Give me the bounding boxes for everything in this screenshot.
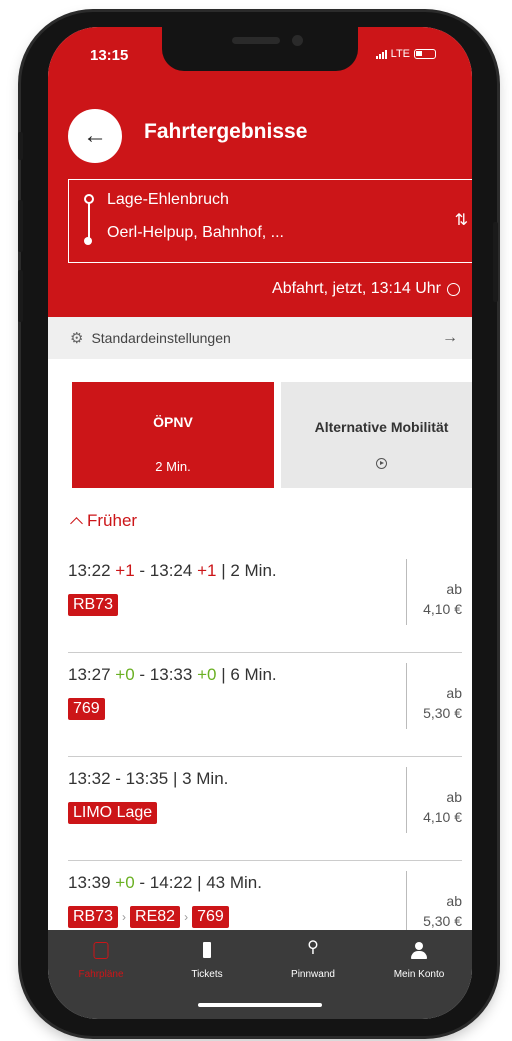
phone-side-button-power xyxy=(493,222,498,302)
departure-time-value: 13:27 xyxy=(68,665,111,684)
price: 5,30 € xyxy=(423,705,462,721)
pin-icon: ⚲ xyxy=(307,939,319,956)
chevron-up-icon xyxy=(70,517,83,530)
page-title: Fahrtergebnisse xyxy=(144,120,308,143)
departure-delay: +0 xyxy=(115,665,135,684)
departure-delay: +0 xyxy=(115,873,135,892)
price-prefix: ab xyxy=(446,581,462,597)
home-icon xyxy=(93,942,109,959)
departure-time-value: 13:22 xyxy=(68,561,111,580)
chevron-right-icon: › xyxy=(122,910,127,924)
divider xyxy=(406,559,407,625)
line-badge: RB73 xyxy=(68,594,119,616)
status-time: 13:15 xyxy=(90,47,129,64)
nav-label: Mein Konto xyxy=(393,969,445,980)
trip-duration: | 43 Min. xyxy=(197,873,262,892)
arrow-right-icon: → xyxy=(442,329,458,346)
arrival-delay: +0 xyxy=(197,665,217,684)
departure-time[interactable]: Abfahrt, jetzt, 13:14 Uhr xyxy=(272,280,460,298)
phone-side-button-volume-up xyxy=(18,200,23,252)
phone-side-button-volume-down xyxy=(18,270,23,322)
tab-alternative-mobility-label: Alternative Mobilität xyxy=(314,419,449,435)
phone-screen: 13:15 LTE ← Fahrtergebnisse Lage-Ehlenbr… xyxy=(48,27,472,1019)
connection-row[interactable]: 13:22 +1 - 13:24 +1 | 2 Min. RB73 ab 4,1… xyxy=(48,549,472,653)
notch xyxy=(162,27,358,71)
play-icon xyxy=(376,458,387,469)
price: 5,30 € xyxy=(423,913,462,929)
line-badges: 769 xyxy=(68,698,105,720)
connection-row[interactable]: 13:27 +0 - 13:33 +0 | 6 Min. 769 ab 5,30… xyxy=(48,653,472,757)
line-badges: LIMO Lage xyxy=(68,802,158,824)
price: 4,10 € xyxy=(423,809,462,825)
home-indicator[interactable] xyxy=(198,1003,322,1007)
line-badge: 769 xyxy=(192,906,229,928)
gear-icon: ⚙ xyxy=(70,330,84,347)
trip-duration: | 3 Min. xyxy=(172,769,229,788)
arrow-left-icon: ← xyxy=(83,122,107,149)
line-badge: RE82 xyxy=(130,906,181,928)
nav-mein-konto[interactable]: Mein Konto xyxy=(366,930,472,1019)
departure-delay: +1 xyxy=(115,561,135,580)
trip-duration: | 2 Min. xyxy=(221,561,277,580)
tab-oepnv[interactable]: ÖPNV 2 Min. xyxy=(72,382,274,488)
route-origin[interactable]: Lage-Ehlenbruch xyxy=(107,191,229,209)
departure-time-value: 13:39 xyxy=(68,873,111,892)
status-indicators: LTE xyxy=(375,48,436,60)
divider xyxy=(406,663,407,729)
line-badge: RB73 xyxy=(68,906,119,928)
arrival-time-value: 14:22 xyxy=(149,873,193,892)
route-box[interactable]: Lage-Ehlenbruch Oerl-Helpup, Bahnhof, ..… xyxy=(68,179,472,263)
clock-icon xyxy=(447,282,460,296)
settings-label: Standardeinstellungen xyxy=(91,330,231,346)
divider xyxy=(406,767,407,833)
price-prefix: ab xyxy=(446,893,462,909)
tab-alternative-mobility[interactable]: Alternative Mobilität xyxy=(281,382,472,488)
connection-times: 13:22 +1 - 13:24 +1 | 2 Min. xyxy=(68,561,277,580)
arrival-delay: +1 xyxy=(197,561,217,580)
user-icon xyxy=(410,942,428,960)
line-badge: 769 xyxy=(68,698,105,720)
network-label: LTE xyxy=(390,48,410,60)
back-button[interactable]: ← xyxy=(68,109,122,163)
departure-label: Abfahrt, jetzt, 13:14 Uhr xyxy=(272,280,441,297)
line-badge: LIMO Lage xyxy=(68,802,158,824)
connection-row[interactable]: 13:32 - 13:35 | 3 Min. LIMO Lage ab 4,10… xyxy=(48,757,472,861)
swap-icon[interactable]: ⇅ xyxy=(455,210,468,230)
trip-duration: | 6 Min. xyxy=(221,665,277,684)
earlier-label: Früher xyxy=(87,511,138,530)
line-badges: RB73 › RE82 › 769 xyxy=(68,906,229,928)
price-prefix: ab xyxy=(446,685,462,701)
nav-label: Pinnwand xyxy=(291,969,335,980)
connection-times: 13:32 - 13:35 | 3 Min. xyxy=(68,769,229,788)
route-destination[interactable]: Oerl-Helpup, Bahnhof, ... xyxy=(107,224,284,242)
ticket-icon xyxy=(203,942,211,958)
line-badges: RB73 xyxy=(68,594,119,616)
departure-time-value: 13:32 xyxy=(68,769,111,788)
battery-icon xyxy=(414,49,436,59)
arrival-time-value: 13:24 xyxy=(149,561,193,580)
nav-fahrplaene[interactable]: Fahrpläne xyxy=(48,930,154,1019)
tab-oepnv-duration: 2 Min. xyxy=(155,459,191,474)
origin-marker-icon xyxy=(84,194,94,204)
chevron-right-icon: › xyxy=(184,910,189,924)
connection-times: 13:27 +0 - 13:33 +0 | 6 Min. xyxy=(68,665,277,684)
arrival-time-value: 13:33 xyxy=(149,665,193,684)
nav-label: Fahrpläne xyxy=(78,969,124,980)
phone-side-button-mute xyxy=(18,132,23,160)
destination-marker-icon xyxy=(84,237,92,245)
nav-label: Tickets xyxy=(191,969,223,980)
speaker xyxy=(232,37,280,44)
price-prefix: ab xyxy=(446,789,462,805)
connection-times: 13:39 +0 - 14:22 | 43 Min. xyxy=(68,873,262,892)
earlier-button[interactable]: Früher xyxy=(70,511,138,531)
front-camera xyxy=(292,35,303,46)
settings-bar[interactable]: ⚙ Standardeinstellungen → xyxy=(48,317,472,359)
price: 4,10 € xyxy=(423,601,462,617)
divider xyxy=(406,871,407,937)
tab-oepnv-label: ÖPNV xyxy=(153,414,193,430)
arrival-time-value: 13:35 xyxy=(125,769,169,788)
signal-icon xyxy=(375,49,387,59)
